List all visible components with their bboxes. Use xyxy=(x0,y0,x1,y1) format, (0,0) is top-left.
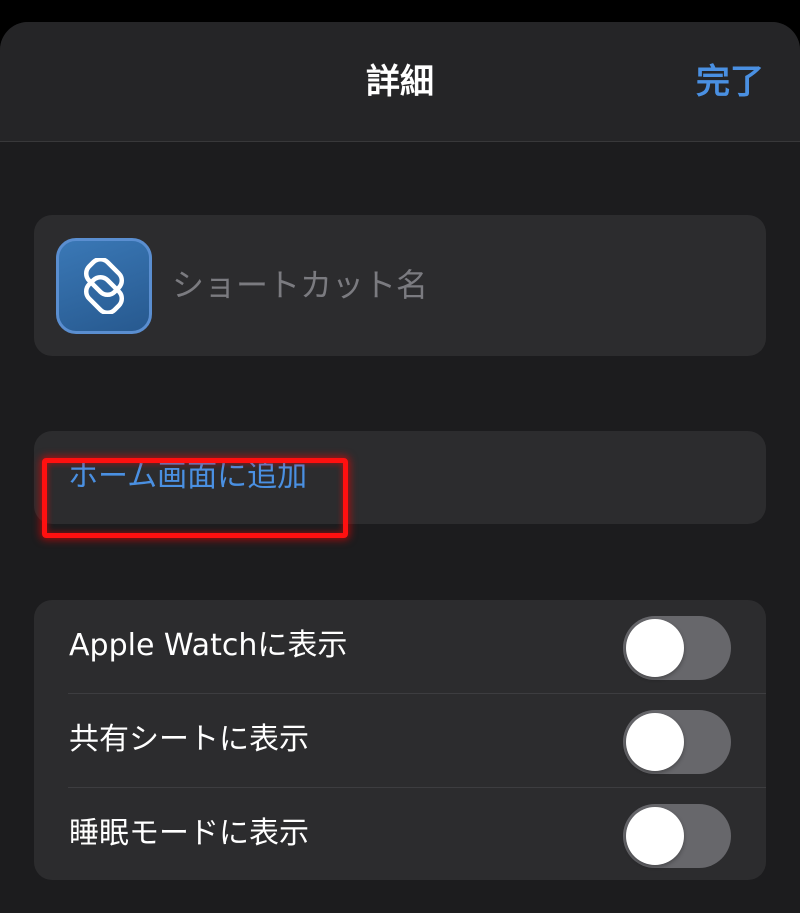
shortcut-name-input[interactable] xyxy=(172,260,732,310)
toggle-knob xyxy=(626,807,684,865)
details-sheet: 詳細 完了 ホーム画面に追加 Apple Watchに表示 共有シートに表示 xyxy=(0,22,800,913)
add-to-home-screen-link[interactable]: ホーム画面に追加 xyxy=(68,455,307,499)
toggle-label: 共有シートに表示 xyxy=(69,722,309,757)
sleep-mode-toggle[interactable] xyxy=(623,804,731,868)
shortcut-name-card xyxy=(34,215,766,356)
toggle-row-apple-watch: Apple Watchに表示 xyxy=(34,600,766,693)
layers-icon xyxy=(83,258,125,314)
toggle-label: 睡眠モードに表示 xyxy=(69,816,309,851)
add-to-home-card: ホーム画面に追加 xyxy=(34,431,766,524)
shortcuts-app-icon[interactable] xyxy=(56,238,152,334)
navigation-bar: 詳細 完了 xyxy=(0,22,800,142)
toggle-row-share-sheet: 共有シートに表示 xyxy=(34,694,766,787)
share-sheet-toggle[interactable] xyxy=(623,710,731,774)
visibility-settings-card: Apple Watchに表示 共有シートに表示 睡眠モードに表示 xyxy=(34,600,766,880)
apple-watch-toggle[interactable] xyxy=(623,616,731,680)
toggle-knob xyxy=(626,619,684,677)
toggle-row-sleep-mode: 睡眠モードに表示 xyxy=(34,788,766,881)
page-title: 詳細 xyxy=(366,62,434,102)
toggle-label: Apple Watchに表示 xyxy=(69,628,348,663)
toggle-knob xyxy=(626,713,684,771)
done-button[interactable]: 完了 xyxy=(696,60,764,104)
